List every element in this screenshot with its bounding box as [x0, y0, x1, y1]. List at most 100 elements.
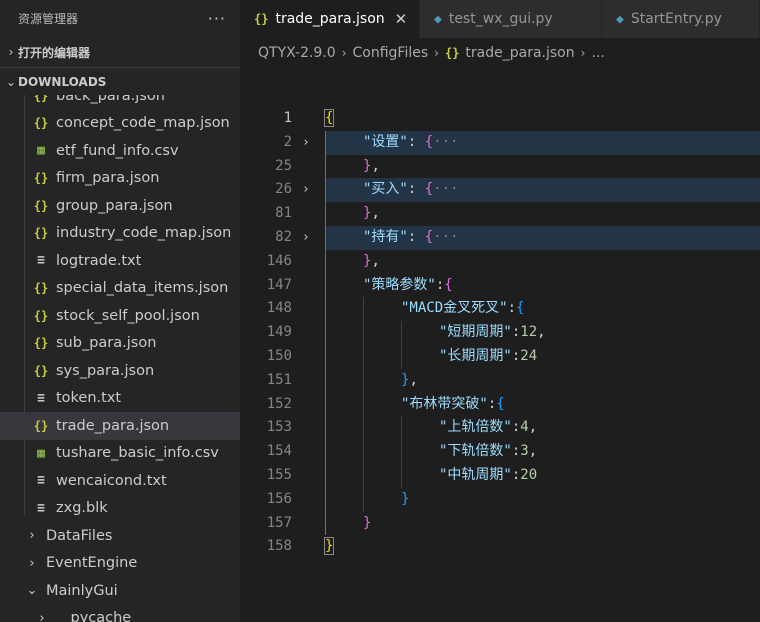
- file-item[interactable]: {} concept_code_map.json: [0, 110, 240, 138]
- file-item[interactable]: {} firm_para.json: [0, 165, 240, 193]
- close-icon[interactable]: ✕: [395, 10, 408, 28]
- code-line[interactable]: 146},: [240, 250, 760, 274]
- code-text: },: [363, 205, 380, 222]
- fold-chevron-icon[interactable]: ›: [302, 178, 316, 202]
- json-file-icon: {}: [33, 336, 49, 351]
- code-line[interactable]: 81},: [240, 202, 760, 226]
- open-editors-section[interactable]: › 打开的编辑器: [0, 38, 240, 66]
- code-text: "策略参数":{: [363, 276, 453, 293]
- code-line[interactable]: 153 "上轨倍数":4,: [240, 416, 760, 440]
- folder-item[interactable]: › DataFiles: [0, 522, 240, 550]
- code-text: "长期周期":24: [439, 348, 538, 364]
- line-number: 155: [266, 467, 292, 483]
- line-number: 26: [275, 181, 292, 198]
- code-text: "上轨倍数":4,: [439, 419, 538, 436]
- code-line[interactable]: 149 "短期周期":12,: [240, 321, 760, 345]
- code-line[interactable]: 156}: [240, 488, 760, 512]
- file-item[interactable]: ≡ logtrade.txt: [0, 247, 240, 275]
- file-item[interactable]: {} trade_para.json: [0, 412, 240, 440]
- code-line[interactable]: 1{: [240, 107, 760, 131]
- line-number: 25: [275, 157, 292, 174]
- fold-chevron-icon[interactable]: ›: [302, 226, 316, 250]
- file-item[interactable]: {} special_data_items.json: [0, 275, 240, 303]
- code-text: "MACD金叉死叉":{: [401, 300, 525, 317]
- file-item[interactable]: ≡ zxg.blk: [0, 495, 240, 523]
- file-label: industry_code_map.json: [56, 225, 232, 242]
- code-text: {: [323, 109, 335, 127]
- tab-startentry-py[interactable]: ◆ StartEntry.py: [602, 0, 760, 38]
- explorer-header: 资源管理器 ···: [0, 0, 240, 36]
- chevron-right-icon: ›: [8, 45, 14, 59]
- folder-item[interactable]: › EventEngine: [0, 550, 240, 578]
- code-text: "短期周期":12,: [439, 324, 546, 341]
- code-text: "买入": {···: [363, 181, 459, 198]
- code-line[interactable]: 157}: [240, 512, 760, 536]
- json-file-icon: {}: [33, 281, 49, 296]
- file-item[interactable]: ▦ tushare_basic_info.csv: [0, 440, 240, 468]
- code-line[interactable]: 2 › "设置": {···: [240, 131, 760, 155]
- text-file-icon: ≡: [37, 390, 45, 406]
- file-item[interactable]: {} stock_self_pool.json: [0, 302, 240, 330]
- file-label: wencaicond.txt: [56, 472, 167, 489]
- file-item[interactable]: {} industry_code_map.json: [0, 220, 240, 248]
- code-text: }: [401, 490, 410, 507]
- file-item[interactable]: {} back_para.json: [0, 95, 240, 110]
- breadcrumb-item-symbols[interactable]: ...: [591, 45, 604, 61]
- code-line[interactable]: 148 "MACD金叉死叉":{: [240, 297, 760, 321]
- folder-item[interactable]: › __pycache__: [0, 605, 240, 622]
- file-item[interactable]: {} group_para.json: [0, 192, 240, 220]
- text-file-icon: ≡: [37, 253, 45, 269]
- code-line[interactable]: 151},: [240, 369, 760, 393]
- code-line[interactable]: 147 "策略参数":{: [240, 274, 760, 298]
- line-number: 154: [266, 443, 292, 460]
- python-file-icon: ◆: [616, 11, 624, 27]
- tab-label: StartEntry.py: [630, 11, 722, 27]
- line-number: 148: [266, 300, 292, 317]
- chevron-right-icon: ›: [434, 46, 439, 60]
- code-editor[interactable]: 1{2 › "设置": {··· 25}, 26 › "买入": {··· 81}, 82 › "持…: [240, 107, 760, 557]
- code-text: }: [363, 514, 372, 531]
- downloads-label: DOWNLOADS: [18, 74, 107, 89]
- code-text: "设置": {···: [363, 133, 459, 150]
- breadcrumb-item-root[interactable]: QTYX-2.9.0: [258, 45, 336, 61]
- code-line[interactable]: 26 › "买入": {···: [240, 178, 760, 202]
- indent-guide: [401, 416, 402, 488]
- line-number: 151: [266, 371, 292, 388]
- line-number: 156: [266, 490, 292, 507]
- file-item[interactable]: ≡ token.txt: [0, 385, 240, 413]
- chevron-down-icon: ⌄: [5, 74, 17, 89]
- folder-item[interactable]: ⌄ MainlyGui: [0, 577, 240, 605]
- tab-test-wx-gui-py[interactable]: ◆ test_wx_gui.py: [420, 0, 602, 38]
- file-item[interactable]: ▦ etf_fund_info.csv: [0, 137, 240, 165]
- breadcrumb-item-file[interactable]: trade_para.json: [465, 45, 574, 61]
- code-text: "中轨周期":20: [439, 467, 538, 483]
- file-label: back_para.json: [56, 95, 165, 104]
- line-number: 146: [266, 252, 292, 269]
- code-line[interactable]: 152 "布林带突破":{: [240, 393, 760, 417]
- code-line[interactable]: 155 "中轨周期":20: [240, 464, 760, 488]
- json-file-icon: {}: [33, 363, 49, 378]
- file-item[interactable]: {} sys_para.json: [0, 357, 240, 385]
- file-label: special_data_items.json: [56, 280, 229, 297]
- file-label: logtrade.txt: [56, 252, 142, 269]
- code-line[interactable]: 158}: [240, 535, 760, 559]
- code-line[interactable]: 150 "长期周期":24: [240, 345, 760, 369]
- code-text: }: [323, 537, 335, 556]
- line-number: 152: [266, 395, 292, 412]
- tab-trade-para-json[interactable]: {} trade_para.json ✕: [240, 0, 420, 38]
- code-line[interactable]: 25},: [240, 155, 760, 179]
- code-line[interactable]: 82 › "持有": {···: [240, 226, 760, 250]
- json-file-icon: {}: [33, 171, 49, 186]
- json-file-icon: {}: [33, 308, 49, 323]
- breadcrumb-item-configfiles[interactable]: ConfigFiles: [353, 45, 429, 61]
- file-label: etf_fund_info.csv: [56, 142, 179, 159]
- fold-chevron-icon[interactable]: ›: [302, 131, 316, 155]
- downloads-section[interactable]: ⌄ DOWNLOADS: [0, 67, 240, 95]
- more-actions-icon[interactable]: ···: [208, 9, 226, 28]
- code-line[interactable]: 154 "下轨倍数":3,: [240, 440, 760, 464]
- file-item[interactable]: {} sub_para.json: [0, 330, 240, 358]
- line-number: 82: [275, 229, 292, 245]
- folder-label: MainlyGui: [46, 582, 118, 599]
- line-number: 158: [266, 538, 292, 555]
- file-item[interactable]: ≡ wencaicond.txt: [0, 467, 240, 495]
